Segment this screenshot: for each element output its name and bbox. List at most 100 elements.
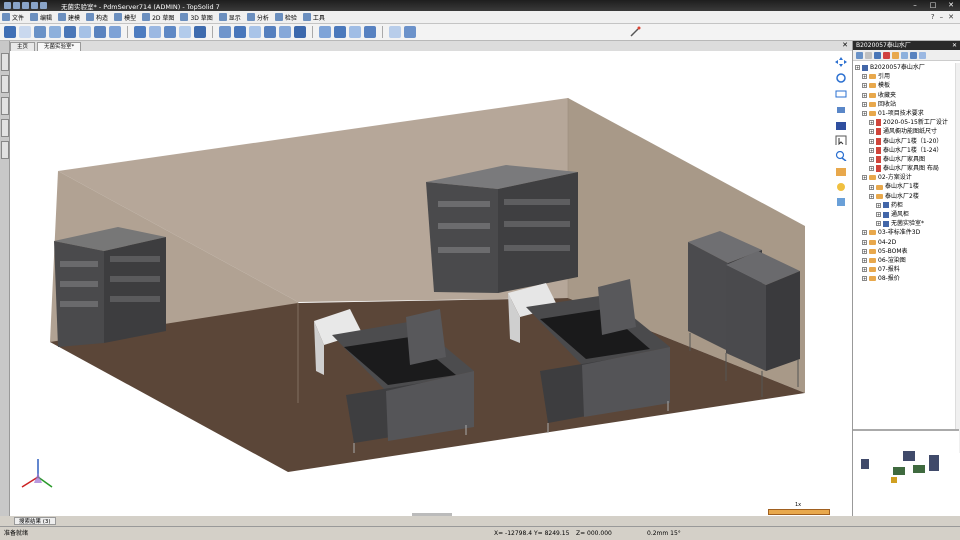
open-icon[interactable]	[13, 2, 20, 9]
tree-item[interactable]: + 通风柜	[853, 210, 957, 219]
panel-delete-icon[interactable]	[883, 51, 890, 59]
menu-file[interactable]: 文件	[2, 13, 24, 22]
menu-display[interactable]: 显示	[218, 13, 241, 22]
panel-folder-icon[interactable]	[892, 51, 899, 59]
expand-toggle-icon[interactable]: +	[869, 138, 874, 144]
measure-icon[interactable]	[404, 26, 416, 38]
hole-icon[interactable]	[79, 26, 91, 38]
expand-toggle-icon[interactable]: +	[862, 258, 867, 264]
tree-item[interactable]: + 泰山水厂1楼（1-24）	[853, 146, 957, 155]
tree-item[interactable]: + 引用	[853, 72, 957, 81]
sweep-icon[interactable]	[64, 26, 76, 38]
expand-toggle-icon[interactable]: +	[869, 193, 874, 199]
side-tab-5[interactable]	[1, 141, 9, 159]
menu-model[interactable]: 模型	[114, 13, 136, 22]
menu-check[interactable]: 检验	[274, 13, 297, 22]
panel-settings-icon[interactable]	[910, 51, 917, 59]
side-tab-4[interactable]	[1, 119, 9, 137]
pan-icon[interactable]	[835, 57, 847, 67]
panel-refresh-icon[interactable]	[856, 51, 863, 59]
rib-icon[interactable]	[264, 26, 276, 38]
panel-minimize-button[interactable]: –	[940, 13, 944, 21]
help-icon[interactable]: ?	[931, 13, 935, 21]
close-button[interactable]: ✕	[946, 1, 956, 10]
panel-filter-icon[interactable]	[865, 51, 872, 59]
expand-toggle-icon[interactable]: +	[862, 276, 867, 282]
tree-item[interactable]: + 药柜	[853, 201, 957, 210]
expand-toggle-icon[interactable]: +	[869, 129, 874, 135]
tree-item[interactable]: + 泰山水厂1楼	[853, 182, 957, 191]
expand-toggle-icon[interactable]: +	[869, 156, 874, 162]
panel-scrollbar[interactable]	[955, 63, 960, 453]
tree-item[interactable]: + 泰山水厂家具图	[853, 155, 957, 164]
redo-icon[interactable]	[40, 2, 47, 9]
split-icon[interactable]	[234, 26, 246, 38]
tab-search-results[interactable]: 搜索结果 (3)	[14, 517, 56, 525]
tree-item[interactable]: + 泰山水厂2楼	[853, 192, 957, 201]
tree-item[interactable]: +04-2D	[853, 238, 957, 247]
expand-toggle-icon[interactable]: +	[862, 267, 867, 273]
expand-toggle-icon[interactable]: +	[862, 248, 867, 254]
expand-toggle-icon[interactable]: +	[862, 101, 867, 107]
menu-edit[interactable]: 编辑	[30, 13, 52, 22]
standard-views-icon[interactable]	[835, 121, 847, 131]
tree-item[interactable]: +01-项目技术要求	[853, 109, 957, 118]
tab-current-document[interactable]: 无菌实验室*	[37, 42, 82, 51]
undo-icon[interactable]	[31, 2, 38, 9]
tree-item[interactable]: + 泰山水厂家具图 布局	[853, 164, 957, 173]
menu-construct[interactable]: 构造	[86, 13, 108, 22]
menu-modeling[interactable]: 建模	[58, 13, 80, 22]
pattern-icon[interactable]	[164, 26, 176, 38]
expand-toggle-icon[interactable]: +	[876, 212, 881, 218]
cursor-select-icon[interactable]	[835, 135, 847, 145]
tree-item[interactable]: +03-非标准件3D	[853, 228, 957, 237]
lighting-icon[interactable]	[835, 197, 847, 207]
unfold-icon[interactable]	[349, 26, 361, 38]
material-icon[interactable]	[835, 182, 847, 192]
tree-item[interactable]: + 收藏夹	[853, 91, 957, 100]
tab-home[interactable]: 主页	[10, 42, 36, 51]
expand-toggle-icon[interactable]: +	[862, 239, 867, 245]
fillet-icon[interactable]	[94, 26, 106, 38]
side-tab-1[interactable]	[1, 53, 9, 71]
expand-toggle-icon[interactable]: +	[869, 147, 874, 153]
chamfer-icon[interactable]	[109, 26, 121, 38]
expand-toggle-icon[interactable]: +	[862, 83, 867, 89]
surface-icon[interactable]	[294, 26, 306, 38]
expand-toggle-icon[interactable]: +	[869, 184, 874, 190]
tree-item[interactable]: +07-报料	[853, 265, 957, 274]
tree-item[interactable]: + B2020057泰山水厂	[853, 63, 957, 72]
extrude-icon[interactable]	[34, 26, 46, 38]
3d-viewport[interactable]	[10, 51, 828, 516]
expand-toggle-icon[interactable]: +	[855, 65, 860, 71]
tree-item[interactable]: + 回收站	[853, 100, 957, 109]
expand-toggle-icon[interactable]: +	[862, 230, 867, 236]
draft-icon[interactable]	[249, 26, 261, 38]
panel-search-icon[interactable]	[874, 51, 881, 59]
expand-toggle-icon[interactable]: +	[876, 221, 881, 227]
side-tab-3[interactable]	[1, 97, 9, 115]
mirror-icon[interactable]	[179, 26, 191, 38]
rotate-icon[interactable]	[835, 73, 847, 83]
expand-toggle-icon[interactable]: +	[862, 92, 867, 98]
panel-sort-icon[interactable]	[919, 51, 926, 59]
quick-access-toolbar[interactable]	[4, 2, 47, 9]
menu-2d-sketch[interactable]: 2D 草图	[142, 13, 174, 22]
panel-header-close-icon[interactable]: ✕	[952, 41, 957, 50]
bend-icon[interactable]	[334, 26, 346, 38]
shell-icon[interactable]	[134, 26, 146, 38]
render-style-icon[interactable]	[835, 167, 847, 177]
pin-icon[interactable]	[4, 26, 16, 38]
maximize-button[interactable]: □	[928, 1, 938, 10]
menu-analysis[interactable]: 分析	[246, 13, 269, 22]
menu-3d-sketch[interactable]: 3D 草图	[180, 13, 213, 22]
flange-icon[interactable]	[364, 26, 376, 38]
zoom-window-icon[interactable]	[835, 89, 847, 99]
panel-close-button[interactable]: ✕	[948, 13, 954, 21]
thicken-icon[interactable]	[279, 26, 291, 38]
tree-item[interactable]: +08-报价	[853, 274, 957, 283]
tree-item[interactable]: +02-方案设计	[853, 173, 957, 182]
menu-tools[interactable]: 工具	[302, 13, 325, 22]
expand-toggle-icon[interactable]: +	[862, 175, 867, 181]
revolve-icon[interactable]	[49, 26, 61, 38]
